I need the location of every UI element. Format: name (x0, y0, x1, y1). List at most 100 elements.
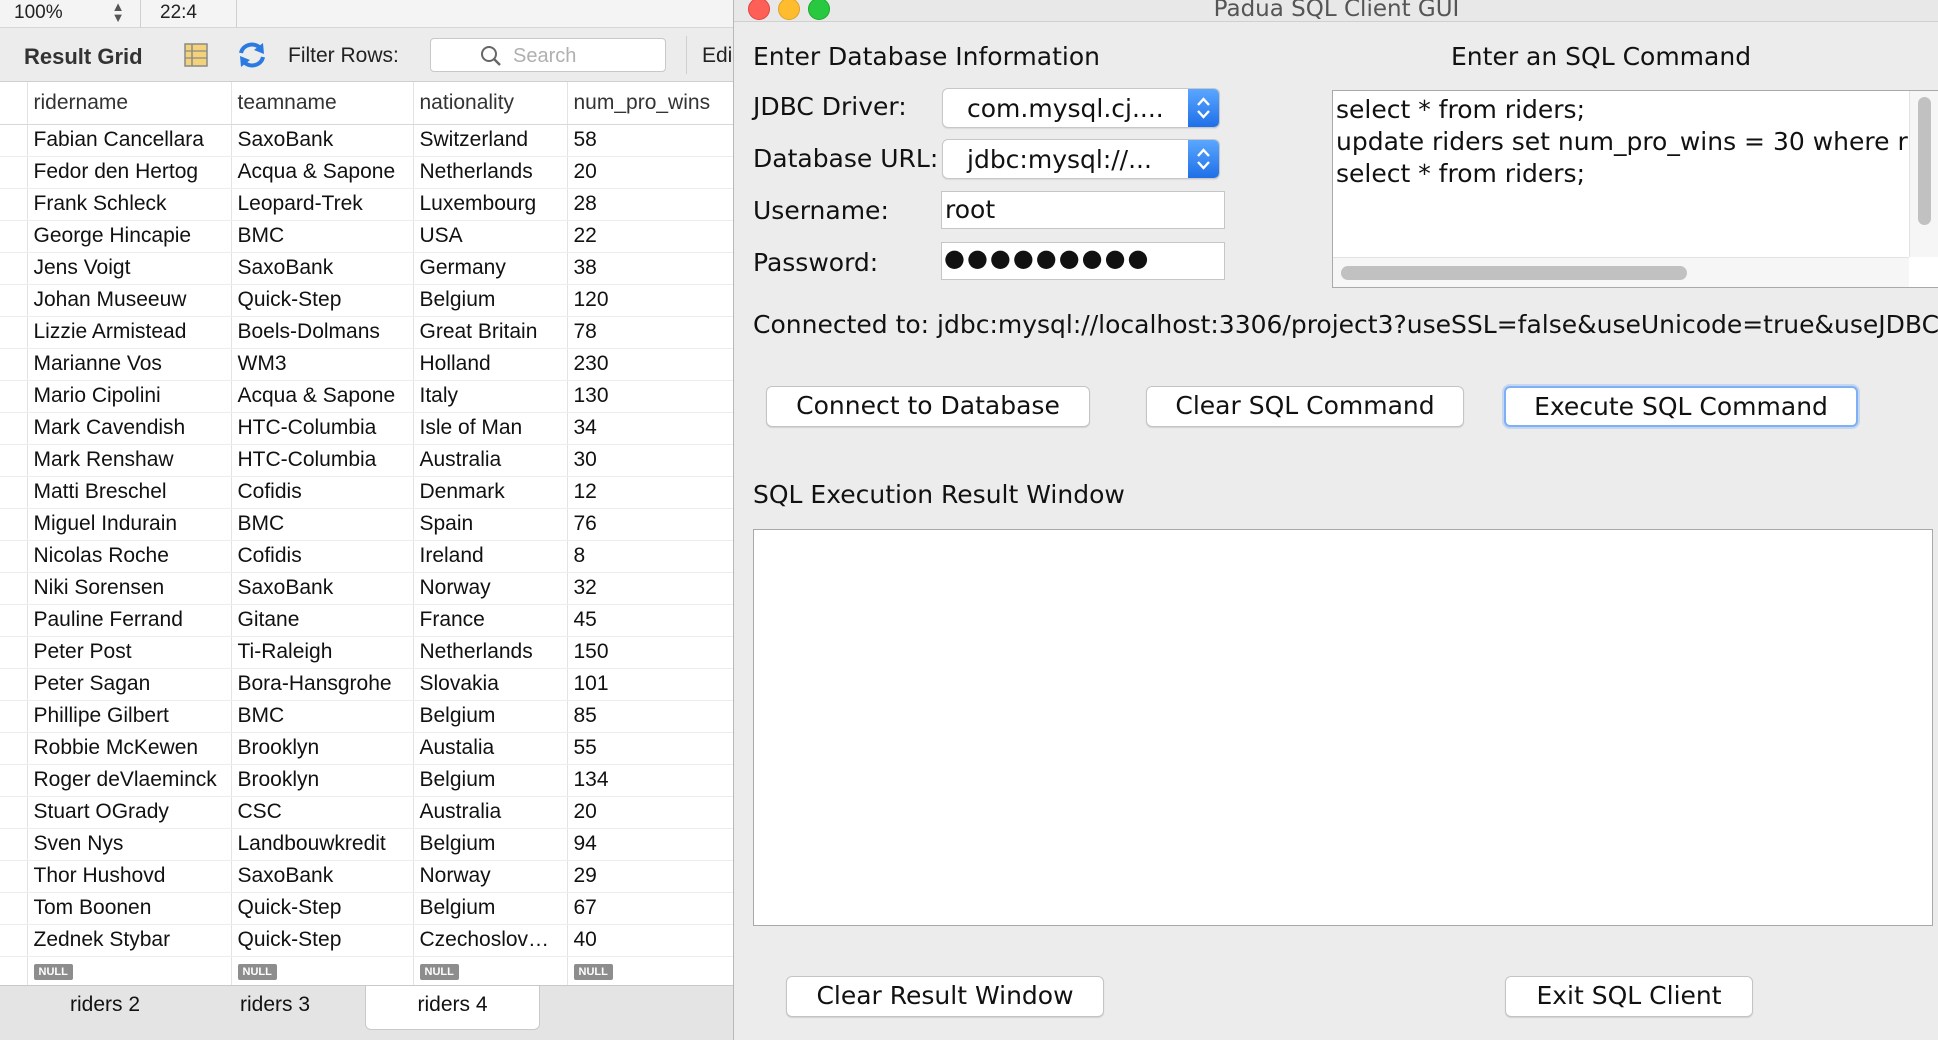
row-gutter[interactable] (0, 828, 28, 861)
row-gutter[interactable] (0, 444, 28, 477)
table-cell[interactable]: Marianne Vos (27, 348, 232, 381)
table-cell[interactable]: Switzerland (413, 124, 568, 157)
sql-command-textarea[interactable]: select * from riders; update riders set … (1332, 90, 1938, 288)
table-cell[interactable]: 78 (567, 316, 733, 349)
table-row[interactable]: Phillipe Gilbert BMC Belgium 85 (0, 700, 733, 733)
table-row[interactable]: Mark Cavendish HTC-Columbia Isle of Man 34 (0, 412, 733, 445)
table-cell[interactable]: SaxoBank (231, 252, 414, 285)
result-tab[interactable]: riders 2 (30, 986, 180, 1030)
clear-sql-command-button[interactable]: Clear SQL Command (1146, 386, 1464, 427)
table-cell[interactable]: 8 (567, 540, 733, 573)
table-cell[interactable]: HTC-Columbia (231, 412, 414, 445)
row-gutter[interactable] (0, 860, 28, 893)
row-gutter[interactable] (0, 796, 28, 829)
filter-search-input[interactable]: Search (430, 38, 666, 72)
column-header[interactable]: teamname (231, 82, 414, 125)
row-gutter[interactable] (0, 924, 28, 957)
table-cell[interactable]: Brooklyn (231, 764, 414, 797)
table-cell[interactable]: Australia (413, 796, 568, 829)
table-cell[interactable]: 101 (567, 668, 733, 701)
table-cell[interactable]: 22 (567, 220, 733, 253)
table-cell[interactable]: 38 (567, 252, 733, 285)
table-cell[interactable]: Spain (413, 508, 568, 541)
table-cell[interactable]: 134 (567, 764, 733, 797)
row-gutter[interactable] (0, 316, 28, 349)
row-gutter[interactable] (0, 284, 28, 317)
table-cell[interactable]: Quick-Step (231, 924, 414, 957)
new-row-placeholder[interactable]: NULL NULL NULL NULL (0, 956, 733, 989)
db-url-select[interactable]: jdbc:mysql://... (942, 139, 1220, 179)
table-cell[interactable]: Fedor den Hertog (27, 156, 232, 189)
table-cell[interactable]: Johan Museeuw (27, 284, 232, 317)
table-cell[interactable]: 85 (567, 700, 733, 733)
table-cell[interactable]: Norway (413, 860, 568, 893)
table-cell[interactable]: BMC (231, 220, 414, 253)
row-gutter[interactable] (0, 892, 28, 925)
table-cell[interactable]: Mark Renshaw (27, 444, 232, 477)
table-cell[interactable]: Cofidis (231, 476, 414, 509)
table-cell[interactable]: Holland (413, 348, 568, 381)
horizontal-scrollbar[interactable] (1333, 257, 1909, 287)
row-gutter[interactable] (0, 156, 28, 189)
table-cell[interactable]: Stuart OGrady (27, 796, 232, 829)
row-gutter[interactable] (0, 348, 28, 381)
table-cell[interactable]: Lizzie Armistead (27, 316, 232, 349)
table-cell[interactable]: 45 (567, 604, 733, 637)
table-cell[interactable]: Acqua & Sapone (231, 380, 414, 413)
exit-sql-client-button[interactable]: Exit SQL Client (1505, 976, 1753, 1017)
table-cell[interactable]: Acqua & Sapone (231, 156, 414, 189)
table-cell[interactable]: Gitane (231, 604, 414, 637)
table-row[interactable]: Zednek Stybar Quick-Step Czechoslov… 40 (0, 924, 733, 957)
row-gutter[interactable] (0, 412, 28, 445)
column-header[interactable]: nationality (413, 82, 568, 125)
table-cell[interactable]: Jens Voigt (27, 252, 232, 285)
table-cell[interactable]: Great Britain (413, 316, 568, 349)
jdbc-driver-select[interactable]: com.mysql.cj.... (942, 88, 1220, 128)
scrollbar-thumb[interactable] (1341, 266, 1687, 280)
table-cell[interactable]: Nicolas Roche (27, 540, 232, 573)
table-cell[interactable]: Fabian Cancellara (27, 124, 232, 157)
table-cell[interactable]: BMC (231, 508, 414, 541)
row-gutter[interactable] (0, 124, 28, 157)
row-gutter[interactable] (0, 572, 28, 605)
zoom-level[interactable]: 100% (14, 2, 63, 24)
vertical-scrollbar[interactable] (1909, 91, 1938, 257)
scrollbar-thumb[interactable] (1918, 97, 1931, 225)
table-cell[interactable]: Tom Boonen (27, 892, 232, 925)
table-row[interactable]: Peter Sagan Bora-Hansgrohe Slovakia 101 (0, 668, 733, 701)
column-header[interactable]: ridername (27, 82, 232, 125)
table-cell[interactable]: Niki Sorensen (27, 572, 232, 605)
table-row[interactable]: Tom Boonen Quick-Step Belgium 67 (0, 892, 733, 925)
row-gutter[interactable] (0, 252, 28, 285)
table-cell[interactable]: Miguel Indurain (27, 508, 232, 541)
table-row[interactable]: Frank Schleck Leopard-Trek Luxembourg 28 (0, 188, 733, 221)
table-cell[interactable]: 20 (567, 796, 733, 829)
clear-result-window-button[interactable]: Clear Result Window (786, 976, 1104, 1017)
table-cell[interactable]: Brooklyn (231, 732, 414, 765)
table-cell[interactable]: WM3 (231, 348, 414, 381)
table-cell[interactable]: Peter Post (27, 636, 232, 669)
table-cell[interactable]: Frank Schleck (27, 188, 232, 221)
result-tab[interactable]: riders 4 (365, 986, 540, 1030)
table-row[interactable]: Matti Breschel Cofidis Denmark 12 (0, 476, 733, 509)
table-cell[interactable]: Belgium (413, 284, 568, 317)
row-gutter[interactable] (0, 732, 28, 765)
table-cell[interactable]: HTC-Columbia (231, 444, 414, 477)
table-cell[interactable]: 12 (567, 476, 733, 509)
table-cell[interactable]: Austalia (413, 732, 568, 765)
table-cell[interactable]: 58 (567, 124, 733, 157)
table-cell[interactable]: Belgium (413, 892, 568, 925)
table-cell[interactable]: Belgium (413, 764, 568, 797)
table-row[interactable]: Jens Voigt SaxoBank Germany 38 (0, 252, 733, 285)
table-cell[interactable]: 130 (567, 380, 733, 413)
table-cell[interactable]: 94 (567, 828, 733, 861)
table-cell[interactable]: Belgium (413, 700, 568, 733)
table-cell[interactable]: NULL (231, 956, 414, 989)
table-cell[interactable]: 32 (567, 572, 733, 605)
table-row[interactable]: Fedor den Hertog Acqua & Sapone Netherland… (0, 156, 733, 189)
table-cell[interactable]: George Hincapie (27, 220, 232, 253)
table-row[interactable]: Mario Cipolini Acqua & Sapone Italy 130 (0, 380, 733, 413)
table-cell[interactable]: NULL (413, 956, 568, 989)
table-cell[interactable]: Germany (413, 252, 568, 285)
table-row[interactable]: Sven Nys Landbouwkredit Belgium 94 (0, 828, 733, 861)
